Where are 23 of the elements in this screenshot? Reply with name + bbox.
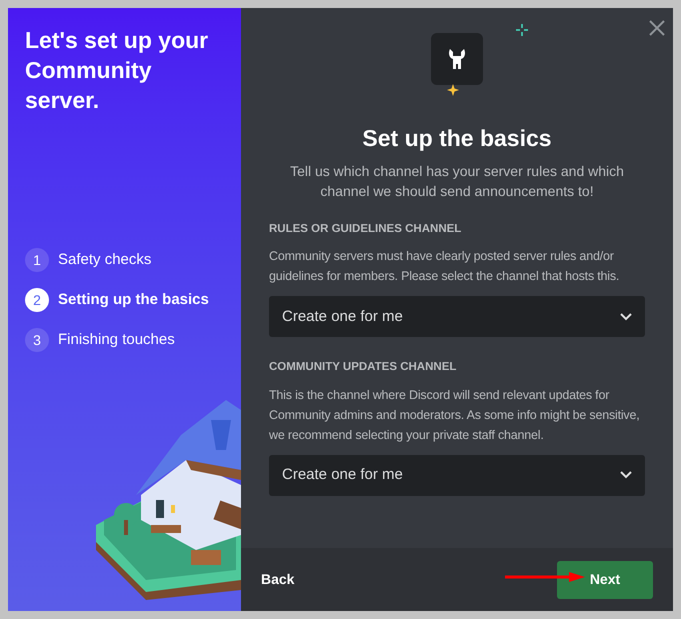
dialog-title: Set up the basics — [361, 124, 553, 153]
section-heading: COMMUNITY UPDATES CHANNEL — [269, 360, 458, 376]
section-description: This is the channel where Discord will send relevant updates for Community admins and moderators. As some info might be sensitive, we recommend selecting your private staff channel. — [269, 386, 641, 444]
channel-dropdown[interactable]: Create one for me — [269, 454, 645, 496]
dialog-subtitle: Tell us which channel has your server rules and which channel we should send announcements to! — [289, 162, 625, 201]
step-number: 2 — [25, 288, 49, 312]
chevron-down-icon — [620, 312, 632, 321]
chevron-down-icon — [620, 471, 632, 479]
back-button[interactable]: Back — [261, 569, 294, 590]
step-label: Finishing touches — [58, 330, 175, 350]
step-label: Setting up the basics — [58, 290, 209, 310]
sparkle-icon — [447, 84, 459, 96]
step-number: 1 — [25, 248, 49, 272]
wrench-icon — [431, 33, 483, 85]
channel-dropdown[interactable]: Create one for me — [269, 296, 645, 338]
step-number: 3 — [25, 328, 49, 352]
sparkle-icon — [516, 24, 528, 36]
sidebar-title: Let's set up your Community server. — [25, 26, 210, 115]
section-heading: RULES OR GUIDELINES CHANNEL — [269, 222, 462, 237]
next-button[interactable]: Next — [557, 560, 653, 598]
step-label: Safety checks — [58, 250, 152, 270]
close-icon[interactable] — [649, 20, 665, 36]
section-description: Community servers must have clearly posted server rules and/or guidelines for members. Please select the channel that hosts this. — [269, 248, 620, 286]
